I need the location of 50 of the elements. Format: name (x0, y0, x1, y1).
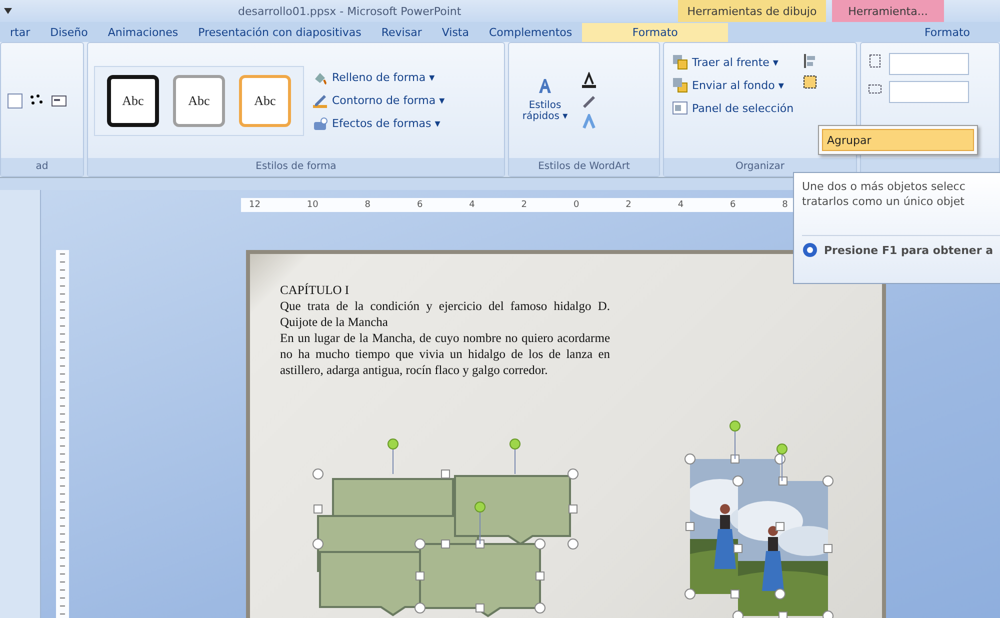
shape-gallery-icon (7, 92, 23, 108)
pencil-icon (312, 92, 328, 108)
ribbon-command[interactable]: Efectos de formas ▾ (310, 114, 447, 132)
tooltip-text: tratarlos como un único objet (802, 194, 966, 209)
wordart-letter-icon (537, 78, 553, 94)
ribbon-tab[interactable]: Vista (432, 23, 479, 42)
menu-item[interactable]: Agrupar (822, 129, 974, 151)
ribbon-tab[interactable]: Formato (914, 23, 980, 42)
tooltip-text: Une dos o más objetos selecc (802, 179, 966, 194)
ribbon-tab[interactable]: Animaciones (98, 23, 188, 42)
text-fill-icon (581, 72, 597, 88)
group-label: Estilos de WordArt (509, 158, 659, 176)
selection-pane-icon (672, 100, 688, 116)
group-label: Estilos de forma (88, 158, 504, 176)
ribbon-command[interactable]: Enviar al fondo ▾ (670, 76, 796, 94)
text-effects-icon (581, 114, 597, 130)
group-label: ad (1, 158, 83, 176)
horizontal-ruler: 12 10 8 6 4 2 0 2 4 6 8 (241, 198, 796, 212)
group-label: Organizar (664, 158, 856, 176)
ribbon-tab[interactable]: Diseño (40, 23, 98, 42)
help-hint: Presione F1 para obtener a (824, 244, 994, 256)
ribbon-command[interactable]: Traer al frente ▾ (670, 53, 796, 71)
context-tab-header: Herramientas de dibujo (678, 0, 826, 22)
help-icon (802, 242, 818, 258)
shape-style-thumbnail[interactable]: Abc (107, 74, 159, 126)
ribbon-command[interactable]: Relleno de forma ▾ (310, 68, 447, 86)
text-box-icon (51, 92, 67, 108)
ribbon-tab[interactable]: rtar (0, 23, 40, 42)
send-backward-icon (672, 77, 688, 93)
ribbon-tab[interactable]: Complementos (478, 23, 582, 42)
quick-styles-button[interactable]: Estilos rápidos ▾ (515, 99, 575, 123)
context-tab-header: Herramienta... (832, 0, 944, 22)
width-field[interactable] (889, 81, 969, 103)
shape-style-thumbnail[interactable]: Abc (173, 74, 225, 126)
align-icon (802, 53, 818, 69)
group-icon (802, 74, 818, 90)
slide-subtitle: Que trata de la condición y ejercicio del famoso hidalgo D. Quijote de la Mancha (280, 298, 610, 330)
window-title: desarrollo01.ppsx - Microsoft PowerPoint (238, 4, 462, 18)
shape-style-thumbnail[interactable]: Abc (239, 74, 291, 126)
ribbon-command[interactable]: Panel de selección (670, 99, 796, 117)
ribbon-tab[interactable]: Presentación con diapositivas (188, 23, 372, 42)
bring-forward-icon (672, 54, 688, 70)
ribbon-command[interactable]: Contorno de forma ▾ (310, 92, 447, 110)
height-icon (867, 53, 883, 69)
height-field[interactable] (889, 53, 969, 75)
slide-heading: CAPÍTULO I (280, 282, 350, 298)
ribbon-tab[interactable]: Formato (582, 23, 728, 42)
effects-icon (312, 116, 328, 132)
slide-paragraph: En un lugar de la Mancha, de cuyo nombre no quiero acordarme no ha mucho tiempo que vivia un hidalgo de los de lanza en astillero, adarga antigua, rocín flaco y galgo corredor. (280, 330, 610, 378)
ribbon-tab[interactable]: Revisar (371, 23, 432, 42)
